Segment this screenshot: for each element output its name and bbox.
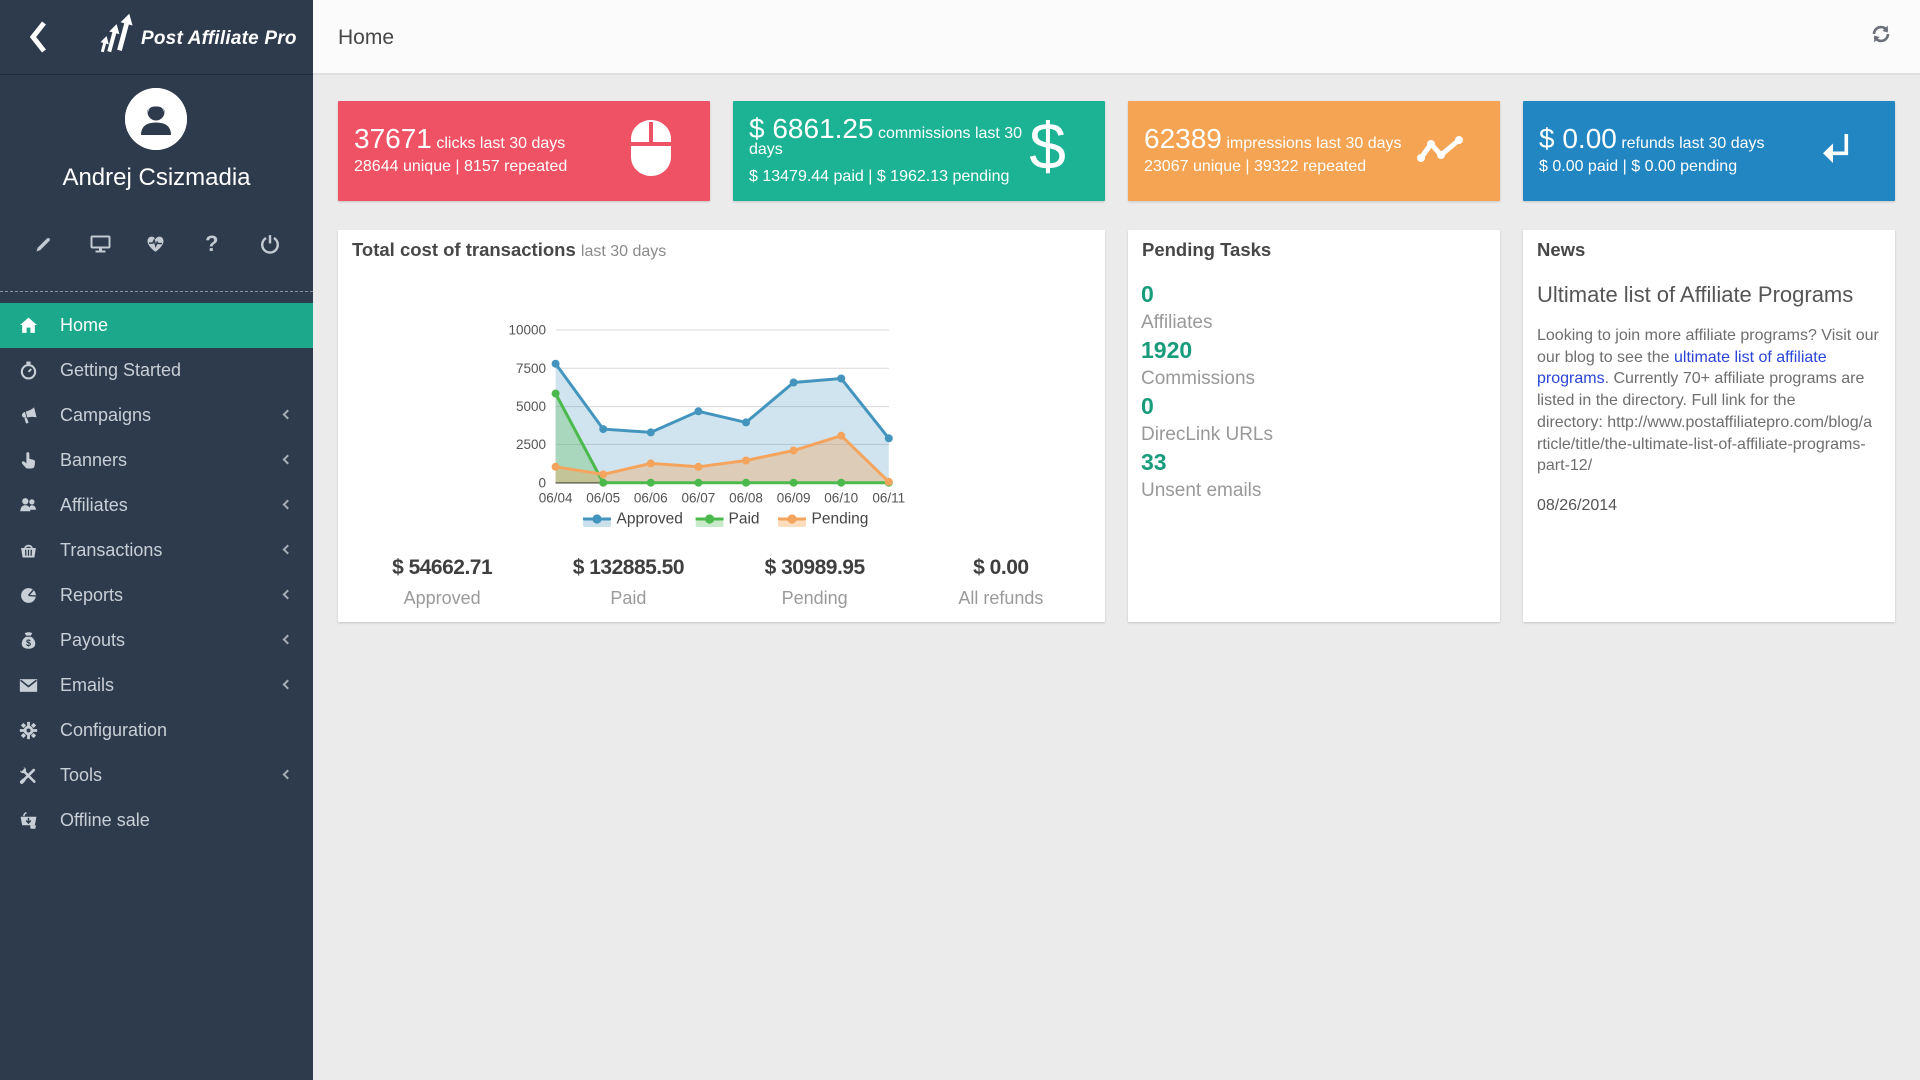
svg-text:10000: 10000 [508,323,546,338]
svg-text:06/07: 06/07 [682,491,716,506]
svg-text:06/10: 06/10 [824,491,858,506]
svg-text:7500: 7500 [516,361,546,376]
svg-text:Paid: Paid [729,511,760,528]
svg-text:2500: 2500 [516,437,546,452]
svg-text:06/09: 06/09 [777,491,811,506]
svg-text:06/04: 06/04 [539,491,573,506]
svg-text:$: $ [26,638,31,648]
svg-text:06/11: 06/11 [872,491,905,506]
svg-text:0: 0 [538,475,546,490]
svg-text:06/08: 06/08 [729,491,763,506]
svg-text:06/05: 06/05 [586,491,620,506]
svg-text:5000: 5000 [516,399,546,414]
svg-text:Approved: Approved [617,511,683,528]
svg-text:06/06: 06/06 [634,491,668,506]
svg-text:Pending: Pending [812,511,869,528]
